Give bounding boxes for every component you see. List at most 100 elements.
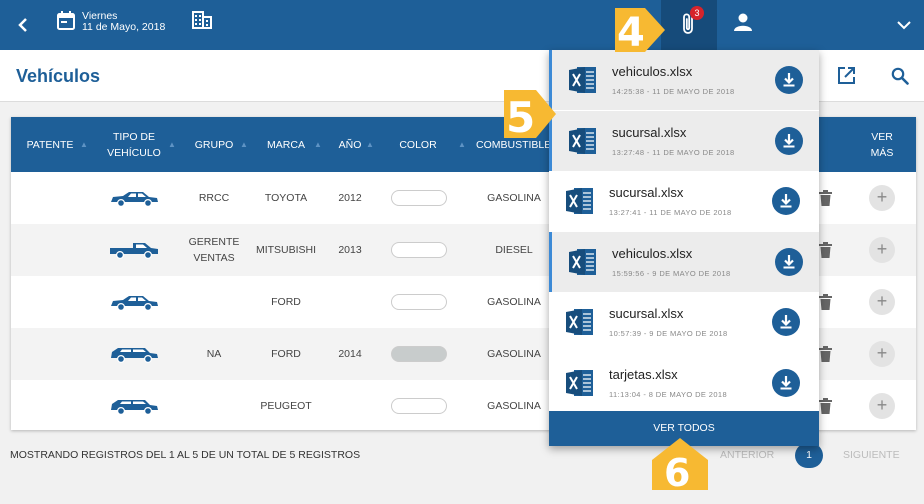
date-display: Viernes 11 de Mayo, 2018 xyxy=(82,11,165,33)
attachment-name: sucursal.xlsx xyxy=(612,124,687,140)
excel-file-icon xyxy=(566,188,593,214)
download-icon xyxy=(780,315,792,329)
attachment-item[interactable]: vehiculos.xlsx 14:25:38 - 11 DE MAYO DE 2… xyxy=(549,50,819,110)
callout-5: 5 xyxy=(500,86,558,149)
page-number-button[interactable]: 1 xyxy=(795,443,823,468)
attachment-name: sucursal.xlsx xyxy=(609,185,684,200)
color-swatch xyxy=(391,242,447,258)
cell-grupo: NA xyxy=(206,348,222,360)
attachment-item[interactable]: sucursal.xlsx 10:57:39 - 9 DE MAYO DE 201… xyxy=(549,292,819,352)
color-swatch xyxy=(391,346,447,362)
attachment-name: vehiculos.xlsx xyxy=(612,245,693,261)
cell-grupo-line2: VENTAS xyxy=(193,252,235,264)
date-label: 11 de Mayo, 2018 xyxy=(82,21,166,33)
color-swatch xyxy=(391,294,447,310)
search-icon[interactable] xyxy=(891,67,909,90)
download-button[interactable] xyxy=(775,247,803,276)
excel-file-icon xyxy=(566,309,593,335)
cell-combustible: GASOLINA xyxy=(487,400,541,412)
records-summary: MOSTRANDO REGISTROS DEL 1 AL 5 DE UN TOT… xyxy=(10,449,361,461)
cell-marca: FORD xyxy=(271,296,301,308)
chevron-down-icon[interactable] xyxy=(897,17,911,35)
download-icon xyxy=(780,194,792,208)
column-header-ver-line2: MÁS xyxy=(870,147,894,159)
column-header-color[interactable]: COLOR xyxy=(390,137,446,153)
attachment-date: 13:27:41 - 11 DE MAYO DE 2018 xyxy=(609,208,732,217)
column-header-anio[interactable]: AÑO xyxy=(330,137,370,153)
callout-4: 4 xyxy=(611,4,667,61)
attachment-date: 10:57:39 - 9 DE MAYO DE 2018 xyxy=(609,329,728,338)
column-header-grupo[interactable]: GRUPO xyxy=(186,137,242,153)
cell-combustible: DIESEL xyxy=(495,244,533,256)
color-swatch xyxy=(391,190,447,206)
column-header-patente[interactable]: PATENTE xyxy=(20,137,80,153)
column-header-tipo-line2: VEHÍCULO xyxy=(107,147,161,159)
attachment-item[interactable]: sucursal.xlsx 13:27:41 - 11 DE MAYO DE 20… xyxy=(549,171,819,231)
attachment-item[interactable]: sucursal.xlsx 13:27:48 - 11 DE MAYO DE 20… xyxy=(549,110,819,171)
attachment-date: 14:25:38 - 11 DE MAYO DE 2018 xyxy=(612,87,735,96)
download-button[interactable] xyxy=(772,308,800,336)
cell-marca: TOYOTA xyxy=(264,192,308,204)
calendar-icon[interactable] xyxy=(57,11,75,35)
trash-icon[interactable] xyxy=(819,190,832,206)
sort-icon[interactable]: ▲ xyxy=(366,140,374,149)
excel-file-icon xyxy=(569,67,596,93)
download-icon xyxy=(780,375,792,389)
attachment-name: vehiculos.xlsx xyxy=(612,64,693,79)
cell-grupo-line1: GERENTE xyxy=(188,236,240,248)
cell-combustible: GASOLINA xyxy=(487,296,541,308)
download-button[interactable] xyxy=(772,368,800,397)
view-more-button[interactable]: + xyxy=(869,393,895,419)
trash-icon[interactable] xyxy=(819,398,832,414)
sort-icon[interactable]: ▲ xyxy=(80,140,88,149)
back-arrow-icon[interactable] xyxy=(10,12,36,38)
download-button[interactable] xyxy=(772,187,800,215)
download-icon xyxy=(783,73,795,87)
sort-icon[interactable]: ▲ xyxy=(314,140,322,149)
view-more-button[interactable]: + xyxy=(869,289,895,315)
car-wagon-icon xyxy=(111,400,158,415)
cell-marca: FORD xyxy=(271,348,301,360)
color-swatch xyxy=(391,398,447,414)
callout-5-label: 5 xyxy=(506,93,535,142)
cell-anio: 2013 xyxy=(338,244,362,256)
sort-icon[interactable]: ▲ xyxy=(240,140,248,149)
attachment-name: tarjetas.xlsx xyxy=(609,366,678,382)
cell-grupo: GERENTE VENTAS xyxy=(182,234,246,266)
attachment-item[interactable]: tarjetas.xlsx 11:13:04 - 8 DE MAYO DE 201… xyxy=(549,352,819,413)
column-header-tipo[interactable]: TIPO DE VEHÍCULO xyxy=(100,129,168,161)
excel-file-icon xyxy=(569,127,596,154)
car-sedan-icon xyxy=(111,296,158,311)
column-header-marca[interactable]: MARCA xyxy=(256,137,316,153)
sort-icon[interactable]: ▲ xyxy=(168,140,176,149)
download-button[interactable] xyxy=(775,126,803,155)
building-icon[interactable] xyxy=(192,10,212,34)
trash-icon[interactable] xyxy=(819,294,832,310)
download-icon xyxy=(783,254,795,268)
download-icon xyxy=(783,133,795,147)
cell-grupo: RRCC xyxy=(198,192,230,204)
user-icon[interactable] xyxy=(733,13,753,36)
attachment-item[interactable]: vehiculos.xlsx 15:59:56 - 9 DE MAYO DE 20… xyxy=(549,231,819,292)
trash-icon[interactable] xyxy=(819,242,832,258)
sort-icon[interactable]: ▲ xyxy=(458,140,466,149)
next-page-button[interactable]: SIGUIENTE xyxy=(843,449,900,461)
callout-6: 6 xyxy=(650,436,710,497)
excel-file-icon xyxy=(566,369,593,396)
view-more-button[interactable]: + xyxy=(869,341,895,367)
cell-anio: 2014 xyxy=(338,348,362,360)
view-more-button[interactable]: + xyxy=(869,237,895,263)
view-more-button[interactable]: + xyxy=(869,185,895,211)
trash-icon[interactable] xyxy=(819,346,832,362)
cell-marca: MITSUBISHI xyxy=(255,244,317,256)
column-header-ver-mas: VER MÁS xyxy=(862,129,902,161)
car-sedan-icon xyxy=(111,192,158,207)
cell-combustible: GASOLINA xyxy=(487,348,541,360)
attachment-name: sucursal.xlsx xyxy=(609,306,684,321)
external-link-icon[interactable] xyxy=(837,66,856,90)
cell-marca: PEUGEOT xyxy=(260,400,312,412)
prev-page-button[interactable]: ANTERIOR xyxy=(720,449,774,461)
excel-file-icon xyxy=(569,248,596,275)
download-button[interactable] xyxy=(775,66,803,94)
column-header-tipo-line1: TIPO DE xyxy=(112,131,155,143)
